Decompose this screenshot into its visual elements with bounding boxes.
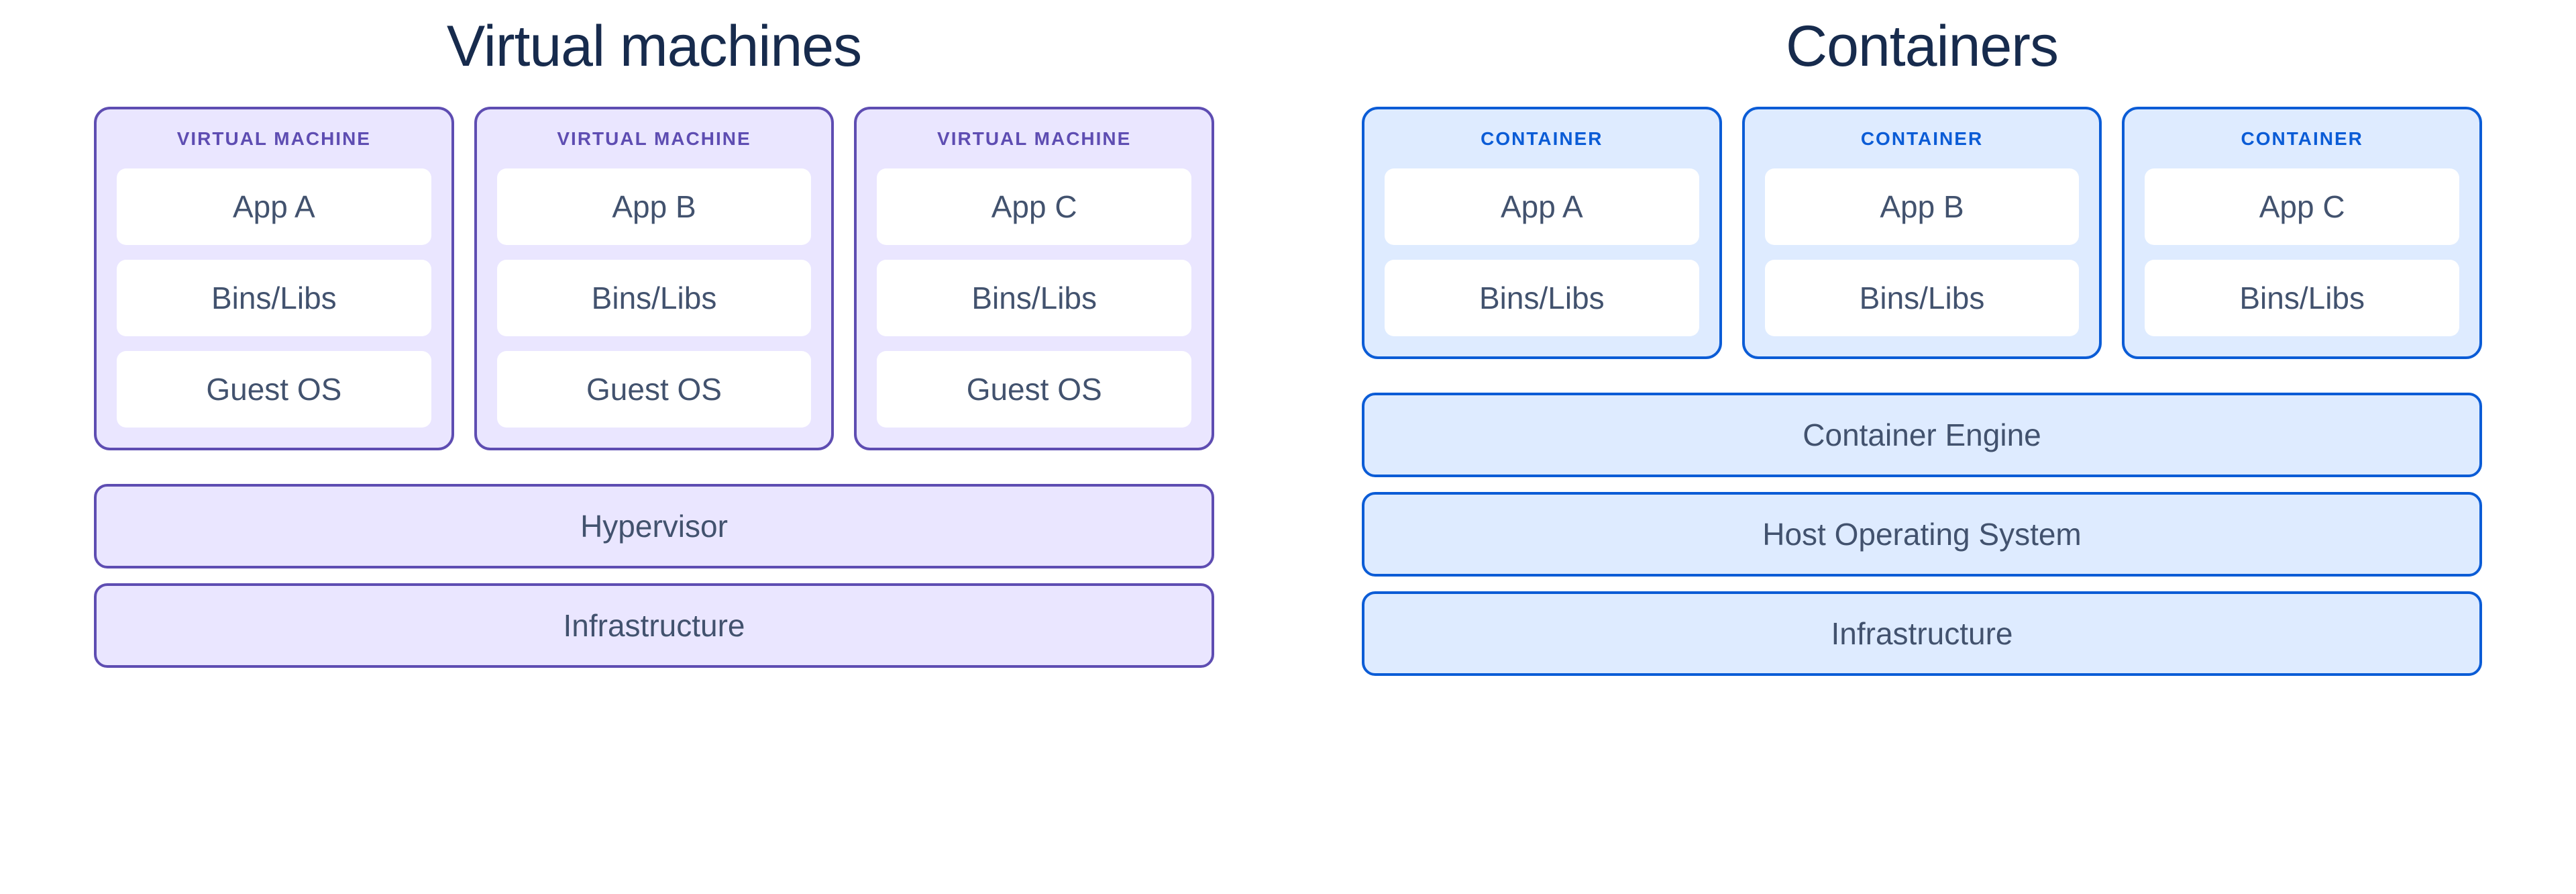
vm-column: Virtual machines VIRTUAL MACHINE App A B… [94, 13, 1214, 683]
vm-boxes-row: VIRTUAL MACHINE App A Bins/Libs Guest OS… [94, 107, 1214, 450]
vm-app-layer: App C [877, 168, 1191, 245]
container-unit-label: CONTAINER [1765, 128, 2080, 150]
vm-guest-layer: Guest OS [877, 351, 1191, 428]
container-app-layer: App A [1385, 168, 1699, 245]
container-unit-label: CONTAINER [2145, 128, 2459, 150]
container-infrastructure-layer: Infrastructure [1362, 591, 2482, 676]
diagram-container: Virtual machines VIRTUAL MACHINE App A B… [20, 13, 2556, 691]
vm-bins-layer: Bins/Libs [117, 260, 431, 336]
vm-bins-layer: Bins/Libs [877, 260, 1191, 336]
container-app-layer: App B [1765, 168, 2080, 245]
vm-hypervisor-layer: Hypervisor [94, 484, 1214, 568]
vm-bins-layer: Bins/Libs [497, 260, 812, 336]
host-os-layer: Host Operating System [1362, 492, 2482, 577]
vm-title: Virtual machines [447, 13, 861, 80]
containers-boxes-row: CONTAINER App A Bins/Libs CONTAINER App … [1362, 107, 2482, 359]
vm-guest-layer: Guest OS [117, 351, 431, 428]
containers-title: Containers [1786, 13, 2058, 80]
container-bins-layer: Bins/Libs [1765, 260, 2080, 336]
vm-app-layer: App B [497, 168, 812, 245]
container-unit: CONTAINER App B Bins/Libs [1742, 107, 2102, 359]
containers-column: Containers CONTAINER App A Bins/Libs CON… [1362, 13, 2482, 691]
container-bins-layer: Bins/Libs [1385, 260, 1699, 336]
vm-unit-label: VIRTUAL MACHINE [117, 128, 431, 150]
vm-unit: VIRTUAL MACHINE App C Bins/Libs Guest OS [854, 107, 1214, 450]
vm-app-layer: App A [117, 168, 431, 245]
vm-unit-label: VIRTUAL MACHINE [497, 128, 812, 150]
vm-unit-label: VIRTUAL MACHINE [877, 128, 1191, 150]
vm-guest-layer: Guest OS [497, 351, 812, 428]
vm-unit: VIRTUAL MACHINE App B Bins/Libs Guest OS [474, 107, 835, 450]
vm-infrastructure-layer: Infrastructure [94, 583, 1214, 668]
vm-unit: VIRTUAL MACHINE App A Bins/Libs Guest OS [94, 107, 454, 450]
container-engine-layer: Container Engine [1362, 393, 2482, 477]
container-unit: CONTAINER App C Bins/Libs [2122, 107, 2482, 359]
container-unit-label: CONTAINER [1385, 128, 1699, 150]
container-bins-layer: Bins/Libs [2145, 260, 2459, 336]
container-app-layer: App C [2145, 168, 2459, 245]
container-unit: CONTAINER App A Bins/Libs [1362, 107, 1722, 359]
